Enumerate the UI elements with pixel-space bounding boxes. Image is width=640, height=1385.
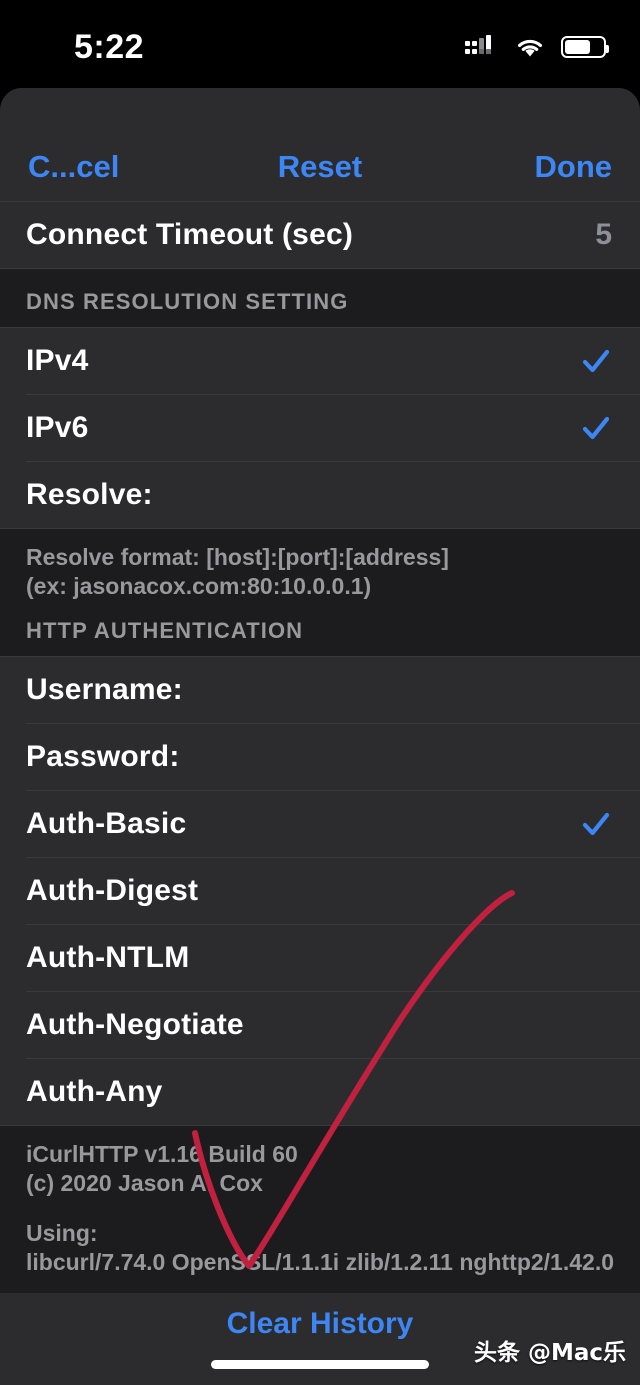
row-ipv4[interactable]: IPv4 [0,328,640,394]
clear-history-button[interactable]: Clear History [227,1307,414,1341]
connect-timeout-value: 5 [595,218,612,251]
settings-sheet: C...cel Reset Done Connect Timeout (sec)… [0,88,640,1385]
checkmark-icon [582,349,610,373]
checkmark-icon [582,812,610,835]
reset-button[interactable]: Reset [278,149,362,185]
status-bar-indicators [465,35,609,59]
using-label: Using: [26,1219,98,1246]
copyright-line: (c) 2020 Jason A. Cox [26,1170,263,1197]
row-password[interactable]: Password: [0,723,640,790]
status-bar-time: 5:22 [74,27,145,66]
row-auth-ntlm[interactable]: Auth-NTLM [0,924,640,991]
row-label: Auth-Basic [26,806,187,840]
resolve-format-line2: (ex: jasonacox.com:80:10.0.0.1) [26,573,372,600]
sheet-navigation-bar: C...cel Reset Done [0,88,640,201]
row-auth-any[interactable]: Auth-Any [0,1058,640,1125]
about-footer: iCurlHTTP v1.16 Build 60 (c) 2020 Jason … [0,1125,640,1290]
row-label: Auth-Digest [26,873,199,907]
row-label: Auth-Negotiate [26,1007,244,1041]
section-footer-resolve-format: Resolve format: [host]:[port]:[address] … [0,529,640,614]
library-versions-line: libcurl/7.74.0 OpenSSL/1.1.1i zlib/1.2.1… [26,1249,615,1276]
section-gap [0,269,640,291]
cancel-button[interactable]: C...cel [28,149,119,185]
section-header-dns: DNS RESOLUTION SETTING [0,289,640,327]
row-label: Auth-Any [26,1074,163,1108]
row-auth-digest[interactable]: Auth-Digest [0,857,640,924]
battery-icon [561,36,609,58]
row-label: Username: [26,672,183,706]
phone-screen: 5:22 C...cel Reset Done Connect Timeout … [0,0,640,1385]
row-label: Resolve: [26,478,153,511]
home-indicator[interactable] [211,1360,429,1369]
row-label: Auth-NTLM [26,940,190,974]
cellular-signal-icon [465,35,491,54]
row-auth-basic[interactable]: Auth-Basic [0,790,640,857]
row-username[interactable]: Username: [0,656,640,723]
row-label: Connect Timeout (sec) [26,218,354,251]
status-bar: 5:22 [0,0,640,88]
row-label: IPv4 [26,344,89,377]
row-auth-negotiate[interactable]: Auth-Negotiate [0,991,640,1058]
section-header-http-auth: HTTP AUTHENTICATION [0,618,640,656]
auth-group: Username: Password: Auth-Basic Auth-Dige… [0,656,640,1125]
row-label: IPv6 [26,411,89,444]
checkmark-icon [582,416,610,440]
dns-group: IPv4 IPv6 Resolve: [0,328,640,528]
watermark: 头条 @Mac乐 [473,1340,626,1366]
row-ipv6[interactable]: IPv6 [0,395,640,461]
timeout-group: Connect Timeout (sec) 5 [0,202,640,268]
done-button[interactable]: Done [535,149,613,185]
row-connect-timeout[interactable]: Connect Timeout (sec) 5 [0,202,640,268]
wifi-icon [518,39,542,56]
resolve-format-line1: Resolve format: [host]:[port]:[address] [26,544,449,570]
row-label: Password: [26,739,180,773]
app-version-line: iCurlHTTP v1.16 Build 60 [26,1140,298,1167]
row-resolve[interactable]: Resolve: [0,462,640,528]
